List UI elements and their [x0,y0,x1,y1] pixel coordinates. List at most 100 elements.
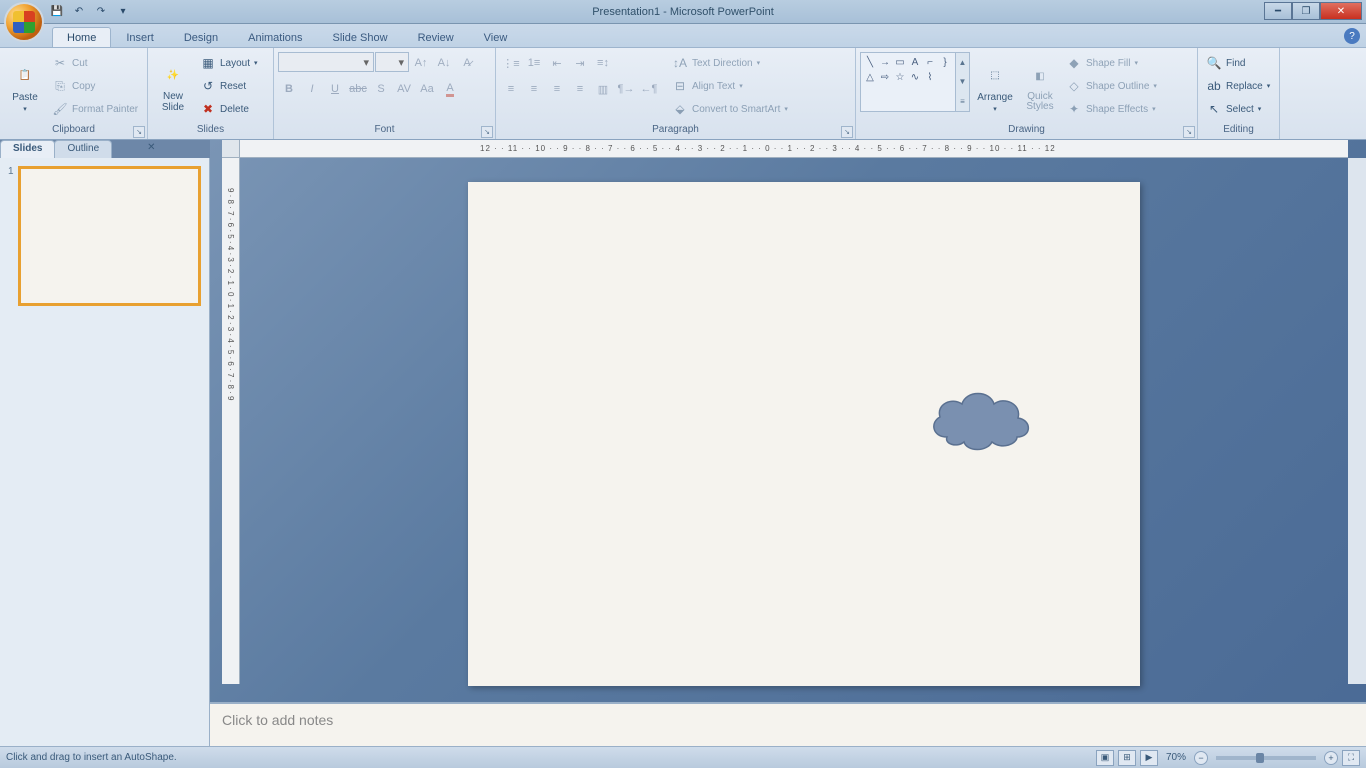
text-direction-button[interactable]: ↕AText Direction▾ [668,52,792,74]
maximize-button[interactable]: ❐ [1292,2,1320,20]
zoom-thumb[interactable] [1256,753,1264,763]
tab-view[interactable]: View [469,27,523,47]
align-right-button[interactable]: ≡ [546,78,568,100]
shape-line-icon[interactable]: ╲ [863,55,877,69]
shape-outline-button[interactable]: ◇Shape Outline▾ [1062,75,1161,97]
numbering-button[interactable]: 1≡ [523,52,545,74]
fit-window-button[interactable]: ⛶ [1342,750,1360,766]
notes-pane[interactable]: Click to add notes [210,702,1366,746]
slide-canvas[interactable] [468,182,1140,686]
slideshow-view-button[interactable]: ▶ [1140,750,1158,766]
cloud-shape[interactable] [922,382,1042,456]
shape-arrow2-icon[interactable]: ⇨ [878,70,892,84]
cut-button[interactable]: ✂Cut [48,52,142,74]
window-controls: ━ ❐ ✕ [1264,2,1362,20]
select-button[interactable]: ↖Select▾ [1202,98,1274,120]
shape-arrow-icon[interactable]: → [878,55,892,69]
vertical-scrollbar[interactable] [1348,158,1366,684]
ltr-button[interactable]: ¶→ [615,78,637,100]
char-spacing-button[interactable]: AV [393,78,415,100]
shape-curve-icon[interactable]: ∿ [908,70,922,84]
reset-button[interactable]: ↺Reset [196,75,262,97]
quick-styles-button[interactable]: ◧ Quick Styles [1020,52,1060,122]
slides-tab[interactable]: Slides [0,140,55,158]
grow-font-button[interactable]: A↑ [410,52,432,74]
columns-button[interactable]: ▥ [592,78,614,100]
minimize-button[interactable]: ━ [1264,2,1292,20]
gallery-down-icon[interactable]: ▼ [956,72,969,91]
normal-view-button[interactable]: ▣ [1096,750,1114,766]
shape-fill-button[interactable]: ◆Shape Fill▾ [1062,52,1161,74]
delete-button[interactable]: ✖Delete [196,98,262,120]
window-title: Presentation1 - Microsoft PowerPoint [592,6,774,18]
find-button[interactable]: 🔍Find [1202,52,1274,74]
change-case-button[interactable]: Aa [416,78,438,100]
paragraph-launcher[interactable]: ↘ [841,126,853,138]
copy-button[interactable]: ⎘Copy [48,75,142,97]
zoom-out-button[interactable]: − [1194,751,1208,765]
outline-tab[interactable]: Outline [54,140,112,158]
undo-icon[interactable]: ↶ [70,3,88,21]
shape-triangle-icon[interactable]: △ [863,70,877,84]
increase-indent-button[interactable]: ⇥ [569,52,591,74]
qat-dropdown-icon[interactable]: ▾ [114,3,132,21]
paste-button[interactable]: 📋 Paste ▾ [4,52,46,122]
office-button[interactable] [4,2,44,42]
arrange-button[interactable]: ⬚ Arrange ▾ [972,52,1018,122]
tab-insert[interactable]: Insert [111,27,169,47]
font-launcher[interactable]: ↘ [481,126,493,138]
sorter-view-button[interactable]: ⊞ [1118,750,1136,766]
line-spacing-button[interactable]: ≡↕ [592,52,614,74]
redo-icon[interactable]: ↷ [92,3,110,21]
slide-thumbnail-1[interactable]: 1 [8,166,201,306]
shape-textbox-icon[interactable]: A [908,55,922,69]
font-family-combo[interactable]: ▾ [278,52,374,72]
align-center-button[interactable]: ≡ [523,78,545,100]
shape-effects-button[interactable]: ✦Shape Effects▾ [1062,98,1161,120]
drawing-launcher[interactable]: ↘ [1183,126,1195,138]
strikethrough-button[interactable]: abc [347,78,369,100]
zoom-slider[interactable] [1216,756,1316,760]
convert-smartart-button[interactable]: ⬙Convert to SmartArt▾ [668,98,792,120]
font-group-label: Font [278,124,491,139]
new-slide-button[interactable]: ✨ New Slide [152,52,194,122]
italic-button[interactable]: I [301,78,323,100]
shadow-button[interactable]: S [370,78,392,100]
bullets-button[interactable]: ⋮≡ [500,52,522,74]
rtl-button[interactable]: ←¶ [638,78,660,100]
panel-close-button[interactable]: ✕ [141,140,161,158]
shape-freeform-icon[interactable]: ⌇ [923,70,937,84]
close-button[interactable]: ✕ [1320,2,1362,20]
underline-button[interactable]: U [324,78,346,100]
replace-button[interactable]: abReplace▾ [1202,75,1274,97]
format-painter-button[interactable]: 🖌Format Painter [48,98,142,120]
zoom-in-button[interactable]: + [1324,751,1338,765]
shape-rect-icon[interactable]: ▭ [893,55,907,69]
tab-home[interactable]: Home [52,27,111,47]
tab-animations[interactable]: Animations [233,27,317,47]
font-size-combo[interactable]: ▾ [375,52,409,72]
save-icon[interactable]: 💾 [48,3,66,21]
tab-review[interactable]: Review [403,27,469,47]
decrease-indent-button[interactable]: ⇤ [546,52,568,74]
vertical-ruler[interactable]: 9 · 8 · 7 · 6 · 5 · 4 · 3 · 2 · 1 · 0 · … [222,158,240,684]
font-color-button[interactable]: A [439,78,461,100]
shape-connector-icon[interactable]: ⌐ [923,55,937,69]
justify-button[interactable]: ≡ [569,78,591,100]
tab-slideshow[interactable]: Slide Show [318,27,403,47]
clear-formatting-button[interactable]: A̷ [456,52,478,74]
align-left-button[interactable]: ≡ [500,78,522,100]
align-text-button[interactable]: ⊟Align Text▾ [668,75,792,97]
tab-design[interactable]: Design [169,27,233,47]
shape-star-icon[interactable]: ☆ [893,70,907,84]
help-button[interactable]: ? [1344,28,1360,44]
gallery-more-icon[interactable]: ≡ [956,92,969,111]
clipboard-launcher[interactable]: ↘ [133,126,145,138]
shape-brace-icon[interactable]: } [938,55,952,69]
layout-button[interactable]: ▦Layout▾ [196,52,262,74]
shapes-gallery[interactable]: ╲ → ▭ A ⌐ } ○ △ ⇨ ☆ ∿ ⌇ ▲ ▼ ≡ [860,52,970,112]
horizontal-ruler[interactable]: 12 · · 11 · · 10 · · 9 · · 8 · · 7 · · 6… [240,140,1348,158]
bold-button[interactable]: B [278,78,300,100]
gallery-up-icon[interactable]: ▲ [956,53,969,72]
shrink-font-button[interactable]: A↓ [433,52,455,74]
